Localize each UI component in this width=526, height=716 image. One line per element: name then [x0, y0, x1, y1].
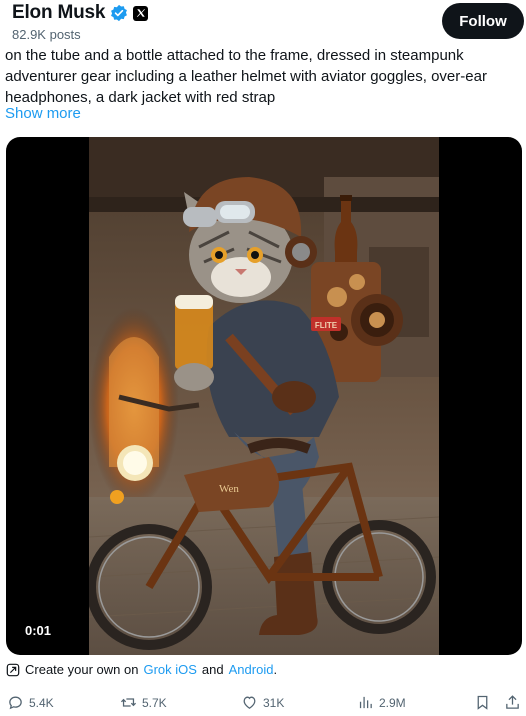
like-button[interactable]: 31K [241, 694, 284, 711]
repost-button[interactable]: 5.7K [120, 694, 167, 711]
grok-and: and [201, 662, 224, 677]
share-button[interactable] [504, 694, 521, 711]
share-icon [506, 695, 519, 709]
show-more-link[interactable]: Show more [5, 105, 81, 122]
frame-badge: Wen [219, 483, 239, 495]
video-thumbnail: FLITE Wen [89, 137, 439, 655]
bookmark-icon [477, 695, 488, 710]
grok-android-link[interactable]: Android [229, 662, 274, 677]
grok-ios-link[interactable]: Grok iOS [143, 662, 196, 677]
jacket-patch: FLITE [315, 321, 338, 330]
post-count: 82.9K posts [12, 27, 81, 42]
grok-prefix: Create your own on [25, 662, 139, 677]
grok-suffix: . [273, 662, 278, 677]
heart-icon [243, 696, 256, 709]
bookmark-button[interactable] [474, 694, 491, 711]
video-player[interactable]: FLITE Wen 0:01 [6, 137, 522, 655]
x-logo-icon [133, 5, 149, 21]
name-row: Elon Musk [12, 2, 149, 24]
views-button[interactable]: 2.9M [357, 694, 406, 711]
reply-icon [9, 696, 22, 710]
action-bar: 5.4K 5.7K 31K 2.9M [0, 690, 526, 716]
views-icon [359, 696, 372, 709]
post-text: on the tube and a bottle attached to the… [5, 47, 487, 106]
repost-count: 5.7K [142, 695, 167, 710]
repost-icon [120, 698, 137, 707]
verified-badge-icon [111, 4, 128, 22]
display-name[interactable]: Elon Musk [12, 2, 105, 24]
grok-promo: Create your own on Grok iOS and Android. [6, 662, 277, 677]
grok-icon [6, 663, 20, 676]
video-duration: 0:01 [25, 623, 52, 638]
profile-header: Elon Musk 82.9K posts Follow [0, 0, 526, 46]
follow-button[interactable]: Follow [442, 3, 524, 39]
reply-count: 5.4K [29, 695, 54, 710]
view-count: 2.9M [379, 695, 406, 710]
like-count: 31K [263, 695, 285, 710]
reply-button[interactable]: 5.4K [7, 694, 54, 711]
